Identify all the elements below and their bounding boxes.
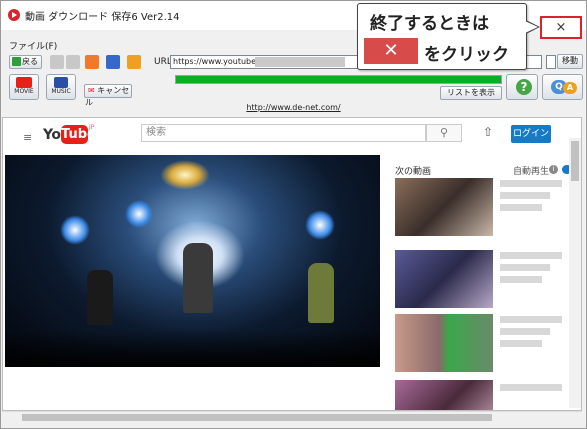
youtube-search-input[interactable]: 検索 <box>141 124 426 142</box>
related-video-meta <box>500 328 550 335</box>
progress-fill <box>176 76 501 83</box>
site-link[interactable]: http://www.de-net.com/ <box>246 103 340 112</box>
performer-silhouette <box>183 243 213 313</box>
performer-silhouette <box>87 270 113 325</box>
music-label: MUSIC <box>51 88 71 95</box>
app-icon <box>8 9 20 21</box>
qa-button[interactable]: Q A <box>542 74 583 100</box>
related-video-meta <box>500 340 542 347</box>
related-video-thumbnail[interactable] <box>395 178 493 236</box>
login-button[interactable]: ログイン <box>511 125 551 143</box>
help-button[interactable]: ? <box>506 74 538 100</box>
related-video-title[interactable] <box>500 180 562 187</box>
home-icon[interactable] <box>85 55 99 69</box>
stage-light <box>60 215 90 245</box>
stage-light <box>160 160 210 190</box>
movie-icon <box>16 77 32 88</box>
music-button[interactable]: MUSIC <box>46 74 76 100</box>
bookmark-icon[interactable] <box>127 55 141 69</box>
related-video-title[interactable] <box>500 316 562 323</box>
vertical-scrollbar[interactable] <box>569 138 581 408</box>
callout-text-line2: をクリック <box>424 45 509 65</box>
search-input[interactable] <box>546 55 556 69</box>
move-button[interactable]: 移動 <box>557 54 583 69</box>
cancel-icon: ✉ <box>88 86 95 95</box>
callout-pointer-fill <box>525 21 538 33</box>
related-video-meta <box>500 204 542 211</box>
menu-file[interactable]: ファイル(F) <box>9 39 57 52</box>
youtube-logo-tube[interactable]: Tube <box>61 125 96 144</box>
horizontal-scroll-thumb[interactable] <box>22 414 492 421</box>
vertical-scroll-thumb[interactable] <box>571 141 579 181</box>
related-video-thumbnail[interactable] <box>395 380 493 410</box>
horizontal-scrollbar[interactable] <box>2 411 582 423</box>
cancel-button[interactable]: ✉ キャンセル <box>84 84 132 107</box>
refresh-icon[interactable] <box>106 55 120 69</box>
related-video-thumbnail[interactable] <box>395 314 493 372</box>
related-video-title[interactable] <box>500 384 562 391</box>
performer-silhouette <box>308 263 334 323</box>
menu-icon[interactable]: ≡ <box>23 131 32 144</box>
movie-label: MOVIE <box>14 88 34 95</box>
stage-light <box>125 200 153 228</box>
window-title: 動画 ダウンロード 保存6 Ver2.14 <box>25 12 180 23</box>
related-video-title[interactable] <box>500 252 562 259</box>
music-icon <box>54 77 68 88</box>
related-video-meta <box>500 264 550 271</box>
next-videos-label: 次の動画 <box>395 167 432 177</box>
stage-light <box>305 210 335 240</box>
qa-a-icon: A <box>563 82 577 94</box>
movie-button[interactable]: MOVIE <box>9 74 39 100</box>
upload-icon[interactable]: ⇧ <box>483 125 493 139</box>
callout-text-line1: 終了するときは <box>370 14 489 34</box>
callout-close-icon: ✕ <box>364 38 418 64</box>
url-redacted <box>255 57 345 67</box>
video-player[interactable] <box>5 155 380 367</box>
download-progress <box>175 75 502 84</box>
search-icon[interactable]: ⚲ <box>426 124 462 142</box>
stage-floor <box>5 330 380 367</box>
browser-view: ≡ You Tube JP 検索 ⚲ ⇧ ログイン 次の動画 自動再生 i <box>2 117 582 411</box>
stop-icon[interactable] <box>50 55 64 69</box>
related-video-meta <box>500 276 542 283</box>
help-icon: ? <box>516 79 532 95</box>
back-arrow-icon <box>12 57 21 66</box>
show-list-button[interactable]: リストを表示 <box>440 86 502 100</box>
forward-icon[interactable] <box>66 55 80 69</box>
autoplay-label: 自動再生 <box>513 167 550 177</box>
back-button[interactable]: 戻る <box>9 55 42 69</box>
close-button[interactable]: × <box>540 16 582 39</box>
info-icon[interactable]: i <box>549 165 558 174</box>
site-link-bar: http://www.de-net.com/ <box>1 103 586 116</box>
related-video-thumbnail[interactable] <box>395 250 493 308</box>
youtube-region: JP <box>89 124 95 131</box>
related-video-meta <box>500 192 550 199</box>
back-label: 戻る <box>22 57 38 66</box>
